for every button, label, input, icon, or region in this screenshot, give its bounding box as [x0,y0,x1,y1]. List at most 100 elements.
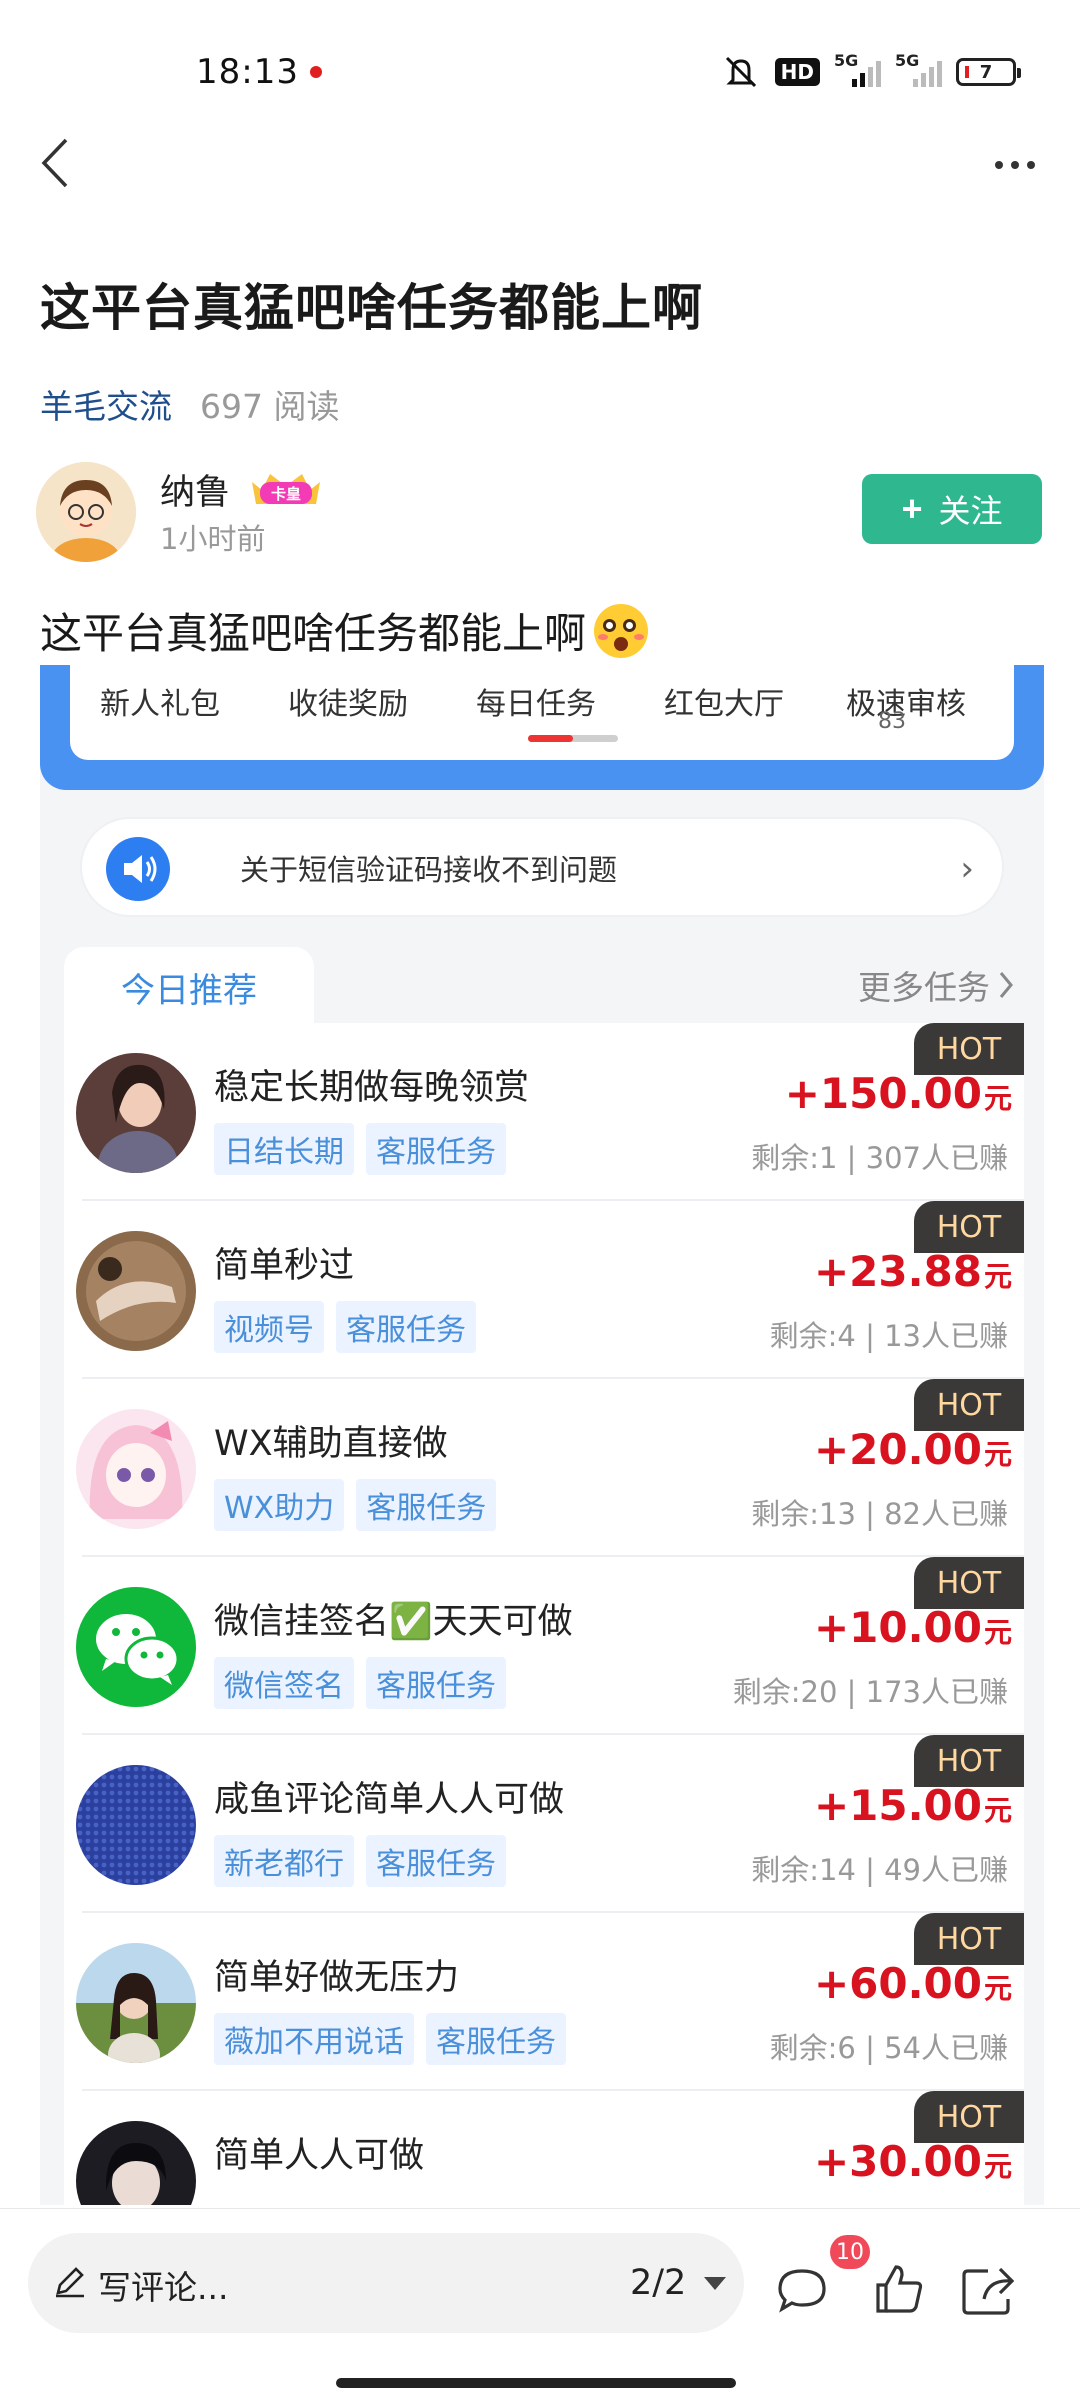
task-tag: 客服任务 [426,2013,566,2065]
task-item: 简单好做无压力 薇加不用说话 客服任务 HOT +60.00 元 剩余:6 | 5… [64,1913,1024,2091]
task-stat: 剩余:13 | 82人已赚 [751,1497,1008,1531]
notice-bar: 关于短信验证码接收不到问题 › [80,817,1004,917]
hot-badge: HOT [914,1735,1024,1787]
task-tag: 微信签名 [214,1657,354,1709]
task-item: 微信挂签名✅天天可做 微信签名 客服任务 HOT +10.00 元 剩余:20 |… [64,1557,1024,1735]
signal-icon: 5G [895,51,942,87]
task-price: +150.00 元 [784,1069,1012,1118]
comment-icon[interactable] [772,2259,832,2319]
task-tag: 日结长期 [214,1123,354,1175]
tab-new-user: 新人礼包 [100,687,220,722]
signal-icon: 5G [834,51,881,87]
task-price: +20.00 元 [813,1425,1012,1474]
hot-badge: HOT [914,1201,1024,1253]
status-icons: HD 5G 5G 7 [721,50,1021,94]
task-tag: 视频号 [214,1301,324,1353]
task-title: 简单人人可做 [214,2136,425,2176]
task-thumbnail [76,1231,196,1351]
tab-apprentice: 收徒奖励 [288,687,408,722]
task-stat: 剩余:1 | 307人已赚 [751,1141,1008,1175]
task-tag: 客服任务 [366,1123,506,1175]
share-icon[interactable] [958,2259,1018,2319]
hot-badge: HOT [914,1913,1024,1965]
notification-dot-icon [310,66,322,78]
task-item: 简单秒过 视频号 客服任务 HOT +23.88 元 剩余:4 | 13人已赚 [64,1201,1024,1379]
tab-count: 83 [878,709,906,734]
crown-badge-icon: 卡皇 [248,468,324,508]
task-title: 咸鱼评论简单人人可做 [214,1780,565,1820]
task-title: 稳定长期做每晚领赏 [214,1068,530,1108]
plus-icon: + [901,488,923,529]
task-stat: 剩余:6 | 54人已赚 [769,2031,1008,2065]
task-thumbnail [76,1765,196,1885]
task-title: 简单好做无压力 [214,1958,460,1998]
task-tags: 视频号 客服任务 [214,1301,476,1353]
comment-placeholder: 写评论... [98,2268,229,2307]
task-tags: 新老都行 客服任务 [214,1835,506,1887]
task-tag: 薇加不用说话 [214,2013,414,2065]
task-title: 微信挂签名✅天天可做 [214,1602,573,1642]
hot-badge: HOT [914,1023,1024,1075]
hot-badge: HOT [914,1379,1024,1431]
task-stat: 剩余:14 | 49人已赚 [751,1853,1008,1887]
follow-button[interactable]: + 关注 [862,474,1042,544]
thumbs-up-icon[interactable] [868,2259,928,2319]
category-link[interactable]: 羊毛交流 [40,380,172,428]
task-price: +30.00 元 [813,2137,1012,2186]
flushed-face-emoji-icon [594,603,649,658]
task-stat: 剩余:20 | 173人已赚 [732,1675,1008,1709]
more-options-button[interactable] [980,140,1050,190]
task-price: +10.00 元 [813,1603,1012,1652]
mute-bell-icon [721,52,761,92]
comment-input[interactable]: 写评论... 2/2 [28,2233,744,2333]
post-time: 1小时前 [160,522,266,556]
task-thumbnail [76,1943,196,2063]
hot-badge: HOT [914,2091,1024,2143]
task-stat: 剩余:4 | 13人已赚 [769,1319,1008,1353]
notice-text: 关于短信验证码接收不到问题 [240,853,618,887]
task-tag: 新老都行 [214,1835,354,1887]
home-indicator[interactable] [336,2378,736,2388]
battery-icon: 7 [956,58,1021,86]
chevron-right-icon [999,972,1013,998]
more-tasks-link: 更多任务 [858,961,1014,1009]
hd-voice-badge: HD [774,58,820,86]
status-bar: 18:13 HD 5G 5G 7 [0,0,1080,140]
post-meta: 羊毛交流 697 阅读 [40,380,339,428]
bottom-action-bar: 写评论... 2/2 10 [0,2208,1080,2400]
task-category-tabs: 新人礼包 收徒奖励 每日任务 红包大厅 极速审核 83 [70,665,1014,760]
task-price: +60.00 元 [813,1959,1012,2008]
task-item: 简单人人可做 HOT +30.00 元 [64,2091,1024,2205]
task-title: 简单秒过 [214,1246,355,1286]
hot-badge: HOT [914,1557,1024,1609]
back-button[interactable] [20,128,90,198]
chevron-right-icon: › [960,849,974,889]
task-tag: 客服任务 [336,1301,476,1353]
task-title: WX辅助直接做 [214,1424,448,1464]
task-tag: 客服任务 [366,1835,506,1887]
task-tag: 客服任务 [366,1657,506,1709]
wechat-logo-icon [76,1587,196,1707]
task-tags: WX助力 客服任务 [214,1479,497,1531]
author-name[interactable]: 纳鲁 [160,464,230,515]
pencil-icon [56,2267,84,2298]
task-price: +15.00 元 [813,1781,1012,1830]
task-tags: 微信签名 客服任务 [214,1657,506,1709]
follow-label: 关注 [938,493,1003,529]
page-indicator[interactable]: 2/2 [630,2263,686,2303]
svg-text:卡皇: 卡皇 [271,485,301,503]
chevron-left-icon [41,138,68,188]
tab-fast-review: 极速审核 [846,687,966,722]
embedded-screenshot[interactable]: 新人礼包 收徒奖励 每日任务 红包大厅 极速审核 83 关于短信验证码接收不到问… [40,665,1044,2205]
task-item: 咸鱼评论简单人人可做 新老都行 客服任务 HOT +15.00 元 剩余:14 |… [64,1735,1024,1913]
post-title: 这平台真猛吧啥任务都能上啊 [40,279,703,337]
task-tags: 薇加不用说话 客服任务 [214,2013,566,2065]
tab-daily: 每日任务 [476,687,596,722]
task-list: 稳定长期做每晚领赏 日结长期 客服任务 HOT +150.00 元 剩余:1 | … [64,1023,1024,2205]
task-tag: 客服任务 [356,1479,497,1531]
avatar[interactable] [36,462,136,562]
task-item: 稳定长期做每晚领赏 日结长期 客服任务 HOT +150.00 元 剩余:1 | … [64,1023,1024,1201]
caret-down-icon[interactable] [704,2277,726,2290]
task-thumbnail [76,1053,196,1173]
tab-indicator [528,735,618,742]
